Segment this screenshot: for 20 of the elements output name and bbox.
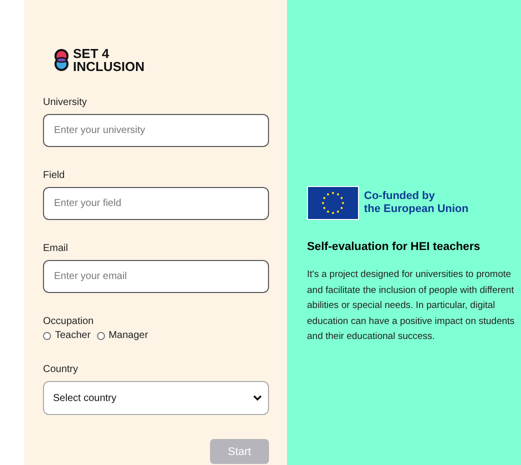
radio-label: Teacher [55,330,91,341]
field-label: Email [43,243,70,254]
input-field[interactable]: Enter your university [43,114,269,147]
input-field[interactable]: Enter your email [43,260,269,293]
field-label: University [43,97,88,108]
funding-text: Co-funded by the European Union [364,190,468,216]
info-title: Self-evaluation for HEI teachers [307,241,482,253]
eu-flag-icon [307,186,359,220]
field-label: Field [43,170,66,181]
field-label: Occupation [43,316,95,327]
logo-icon [54,49,69,71]
radio-label: Manager [108,330,148,341]
radio-button[interactable] [96,332,105,340]
input-field[interactable]: Enter your field [43,187,269,220]
radio-button[interactable] [43,332,51,340]
field-label: Country [43,364,80,375]
logo-text: SET 4 INCLUSION [73,47,144,73]
chevron-down-icon [253,395,262,401]
info-description: It's a project designed for universities to promote and facilitate the inclusion of people with different abilities or special needs. In particular, digital education can have a positive impact on students and their educational success. [307,268,516,344]
country-select[interactable]: Select country [43,381,269,415]
